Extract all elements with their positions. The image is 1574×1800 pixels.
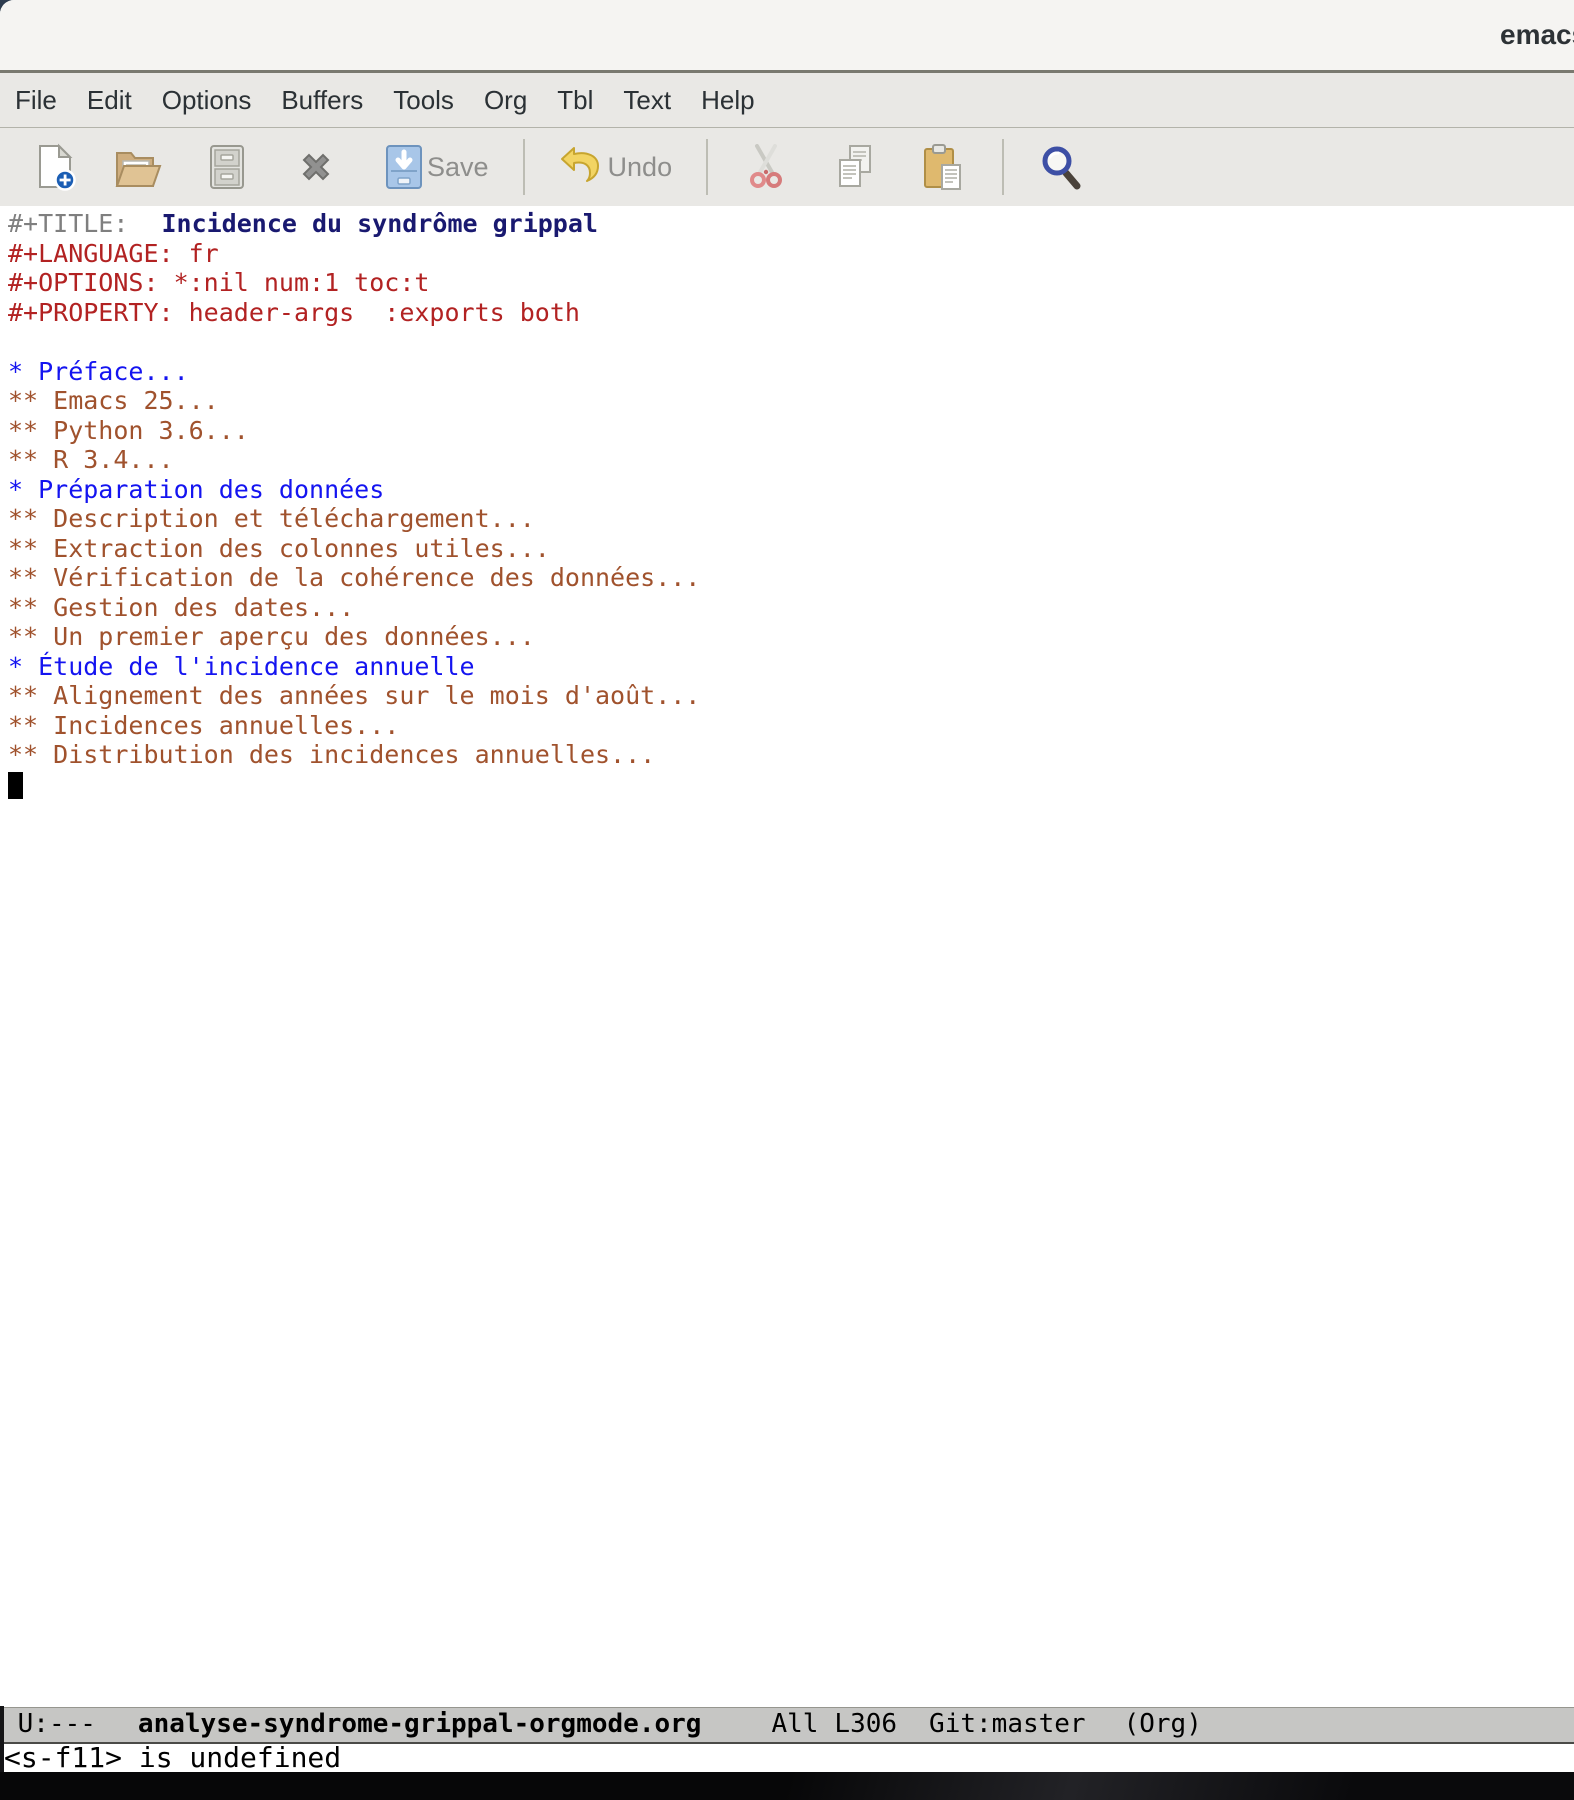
org-heading-level2[interactable]: ** Description et téléchargement... bbox=[8, 504, 1574, 534]
org-heading-level2[interactable]: ** Extraction des colonnes utiles... bbox=[8, 534, 1574, 564]
save-icon bbox=[385, 144, 423, 190]
org-keyword: #+TITLE: bbox=[8, 209, 143, 238]
save-button[interactable]: Save bbox=[385, 144, 489, 190]
org-heading-level1[interactable]: * Préface... bbox=[8, 357, 1574, 387]
modeline-line-number: L306 bbox=[834, 1709, 897, 1739]
cut-button[interactable] bbox=[749, 144, 783, 190]
org-heading-level1[interactable]: * Étude de l'incidence annuelle bbox=[8, 652, 1574, 682]
modeline-major-mode: (Org) bbox=[1124, 1709, 1202, 1739]
buffer-area[interactable]: #+TITLE: Incidence du syndrôme grippal #… bbox=[0, 206, 1574, 1707]
menu-org[interactable]: Org bbox=[469, 85, 542, 116]
undo-button-label: Undo bbox=[608, 152, 673, 183]
org-heading-level2[interactable]: ** Gestion des dates... bbox=[8, 593, 1574, 623]
toolbar-separator bbox=[523, 139, 525, 195]
org-heading-level2[interactable]: ** R 3.4... bbox=[8, 445, 1574, 475]
org-heading-level2[interactable]: ** Python 3.6... bbox=[8, 416, 1574, 446]
file-cabinet-icon bbox=[209, 144, 245, 190]
paste-icon bbox=[922, 143, 964, 191]
cut-icon bbox=[749, 144, 783, 190]
toolbar-separator bbox=[706, 139, 708, 195]
org-meta-line[interactable]: #+PROPERTY: header-args :exports both bbox=[8, 298, 1574, 328]
echo-area[interactable]: <s-f11> is undefined bbox=[0, 1744, 1574, 1772]
org-heading-level2[interactable]: ** Un premier aperçu des données... bbox=[8, 622, 1574, 652]
modeline-coding-flags: U:--- bbox=[2, 1709, 96, 1739]
org-meta-line[interactable]: #+LANGUAGE: fr bbox=[8, 239, 1574, 269]
new-file-button[interactable] bbox=[34, 143, 76, 191]
desktop-background bbox=[0, 1772, 1574, 1800]
text-cursor bbox=[8, 772, 23, 799]
mode-line[interactable]: U:--- analyse-syndrome-grippal-orgmode.or… bbox=[0, 1707, 1574, 1744]
org-heading-level2[interactable]: ** Emacs 25... bbox=[8, 386, 1574, 416]
undo-icon bbox=[560, 146, 604, 188]
menu-edit[interactable]: Edit bbox=[72, 85, 147, 116]
undo-button[interactable]: Undo bbox=[560, 146, 673, 188]
title-bar[interactable]: emacs bbox=[0, 0, 1574, 70]
tool-bar: Save Undo bbox=[0, 128, 1574, 206]
blank-line[interactable] bbox=[8, 327, 1574, 357]
window-edge bbox=[0, 1706, 4, 1772]
window-title: emacs bbox=[1500, 0, 1574, 70]
open-folder-icon bbox=[114, 145, 162, 189]
modeline-vcs-branch: Git:master bbox=[929, 1709, 1086, 1739]
org-heading-level2[interactable]: ** Distribution des incidences annuelles… bbox=[8, 740, 1574, 770]
close-buffer-button[interactable] bbox=[296, 147, 336, 187]
toolbar-separator bbox=[1002, 139, 1004, 195]
echo-message: <s-f11> is undefined bbox=[4, 1744, 341, 1772]
menu-text[interactable]: Text bbox=[608, 85, 686, 116]
modeline-scroll-position: All bbox=[771, 1709, 818, 1739]
copy-icon bbox=[836, 144, 874, 190]
org-heading-level2[interactable]: ** Vérification de la cohérence des donn… bbox=[8, 563, 1574, 593]
menu-help[interactable]: Help bbox=[686, 85, 769, 116]
org-heading-level2[interactable]: ** Incidences annuelles... bbox=[8, 711, 1574, 741]
screen: emacs File Edit Options Buffers Tools Or… bbox=[0, 0, 1574, 1800]
save-button-label: Save bbox=[427, 152, 489, 183]
dired-button[interactable] bbox=[209, 144, 245, 190]
menu-file[interactable]: File bbox=[0, 85, 72, 116]
org-meta-line[interactable]: #+OPTIONS: *:nil num:1 toc:t bbox=[8, 268, 1574, 298]
menu-tools[interactable]: Tools bbox=[378, 85, 469, 116]
search-button[interactable] bbox=[1039, 144, 1083, 190]
org-heading-level2[interactable]: ** Alignement des années sur le mois d'a… bbox=[8, 681, 1574, 711]
copy-button[interactable] bbox=[836, 144, 874, 190]
open-file-button[interactable] bbox=[114, 145, 162, 189]
emacs-window: emacs File Edit Options Buffers Tools Or… bbox=[0, 0, 1574, 1772]
cursor-line[interactable] bbox=[8, 770, 1574, 800]
menu-tbl[interactable]: Tbl bbox=[542, 85, 608, 116]
org-document-title: Incidence du syndrôme grippal bbox=[161, 209, 598, 238]
menu-options[interactable]: Options bbox=[147, 85, 267, 116]
menu-bar: File Edit Options Buffers Tools Org Tbl … bbox=[0, 73, 1574, 127]
new-file-icon bbox=[34, 143, 76, 191]
org-heading-level1[interactable]: * Préparation des données bbox=[8, 475, 1574, 505]
modeline-buffer-name: analyse-syndrome-grippal-orgmode.org bbox=[138, 1709, 702, 1739]
menu-buffers[interactable]: Buffers bbox=[266, 85, 378, 116]
paste-button[interactable] bbox=[922, 143, 964, 191]
search-icon bbox=[1039, 144, 1083, 190]
close-icon bbox=[296, 147, 336, 187]
org-title-line[interactable]: #+TITLE: Incidence du syndrôme grippal bbox=[8, 209, 1574, 239]
